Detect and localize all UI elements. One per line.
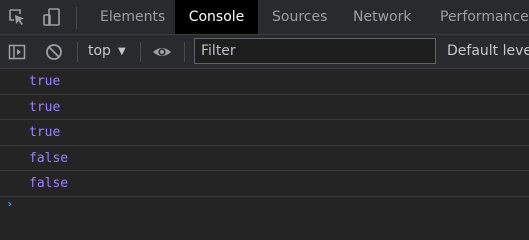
console-message: false [0, 171, 529, 197]
console-toolbar: top ▼ Default level [0, 35, 529, 69]
log-levels-dropdown[interactable]: Default level [447, 35, 529, 68]
toolbar-separator [77, 42, 78, 62]
show-sidebar-icon[interactable] [7, 42, 27, 62]
console-message: true [0, 95, 529, 120]
console-message: true [0, 69, 529, 95]
toolbar-separator [140, 42, 141, 62]
tab-performance[interactable]: Performance [440, 0, 529, 34]
devtools-window: Elements Console Sources Network Perform… [0, 0, 529, 206]
context-label: top [88, 43, 111, 59]
tab-network[interactable]: Network [353, 0, 411, 34]
device-toolbar-icon[interactable] [40, 5, 64, 29]
clear-console-icon[interactable] [44, 42, 64, 62]
filter-input[interactable] [194, 38, 436, 64]
context-selector[interactable]: top ▼ [88, 35, 126, 68]
eye-icon[interactable] [152, 42, 172, 62]
tab-console[interactable]: Console [175, 0, 258, 34]
tab-separator [76, 7, 77, 29]
toolbar-separator [184, 42, 185, 62]
caret-down-icon: ▼ [117, 46, 126, 57]
tab-sources[interactable]: Sources [272, 0, 327, 34]
console-output: true true true false false › [0, 69, 529, 206]
devtools-tab-bar: Elements Console Sources Network Perform… [0, 0, 529, 35]
chevron-right-icon: › [6, 196, 14, 207]
console-prompt[interactable]: › [0, 197, 529, 207]
console-message: false [0, 146, 529, 171]
console-message: true [0, 120, 529, 146]
element-picker-icon[interactable] [5, 5, 29, 29]
tab-elements[interactable]: Elements [100, 0, 165, 34]
